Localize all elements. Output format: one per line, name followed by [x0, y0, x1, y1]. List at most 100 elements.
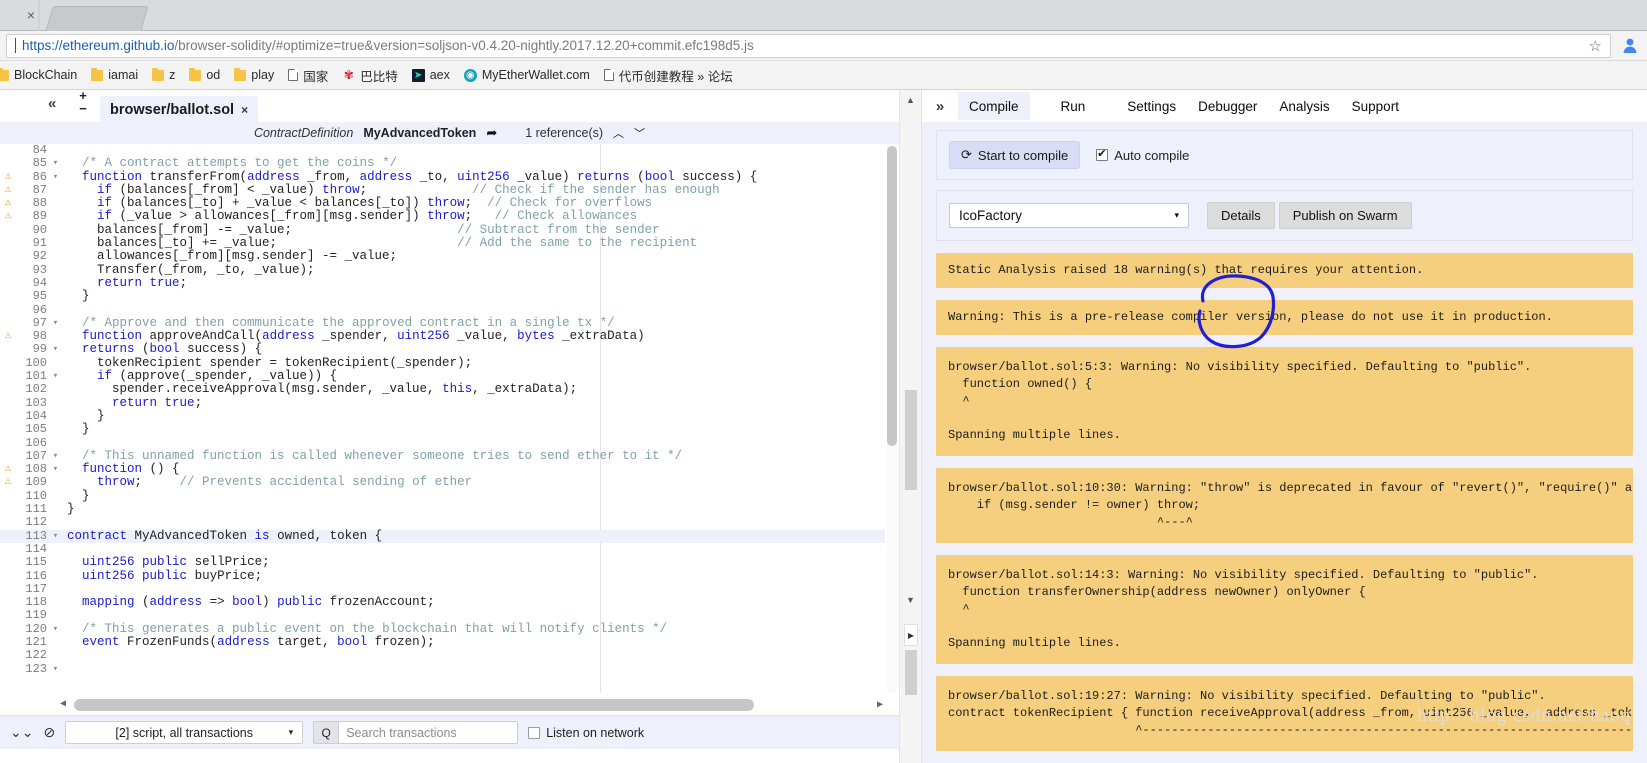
code-line[interactable]: 104 }	[0, 409, 885, 423]
code-line[interactable]: 92 allowances[_from][msg.sender] -= _val…	[0, 250, 885, 264]
contract-select[interactable]: IcoFactory ▾	[949, 203, 1189, 228]
fold-toggle-icon[interactable]: ▾	[50, 530, 61, 543]
code-line[interactable]: 117	[0, 582, 885, 596]
expand-panel-icon[interactable]: »	[922, 98, 958, 115]
clear-console-icon[interactable]: ⊘	[43, 724, 55, 741]
code-editor[interactable]: 84 85 ▾ /* A contract attempts to get the …	[0, 144, 899, 715]
code-line[interactable]: 97 ▾ /* Approve and then communicate the …	[0, 316, 885, 330]
fold-toggle-icon[interactable]: ▾	[50, 623, 61, 636]
compiler-warning[interactable]: browser/ballot.sol:5:3: Warning: No visi…	[936, 347, 1633, 456]
warning-icon[interactable]: ⚠	[0, 210, 16, 223]
publish-on-swarm-button[interactable]: Publish on Swarm	[1278, 202, 1412, 229]
decrease-font-icon[interactable]: −	[74, 102, 92, 115]
editor-hscroll-thumb[interactable]	[74, 699, 754, 711]
code-line[interactable]: 93 Transfer(_from, _to, _value);	[0, 263, 885, 277]
code-line[interactable]: 111}	[0, 502, 885, 516]
bookmark-item[interactable]: play	[227, 66, 281, 84]
file-tab-ballot-sol[interactable]: browser/ballot.sol ×	[100, 96, 259, 122]
search-input[interactable]	[338, 721, 519, 744]
bookmark-item[interactable]: ◉ MyEtherWallet.com	[457, 66, 597, 84]
prev-reference-icon[interactable]: ︿	[613, 125, 624, 141]
code-line[interactable]: 102 spender.receiveApproval(msg.sender, …	[0, 383, 885, 397]
code-line[interactable]: ⚠ 109 throw; // Prevents accidental sendi…	[0, 476, 885, 490]
code-line[interactable]: 115 uint256 public sellPrice;	[0, 555, 885, 569]
browser-new-tab[interactable]	[45, 6, 149, 31]
code-line[interactable]: 114	[0, 542, 885, 556]
tab-compile[interactable]: Compile	[958, 92, 1030, 120]
bookmark-item[interactable]: 代币创建教程 » 论坛	[597, 64, 740, 87]
tab-support[interactable]: Support	[1341, 92, 1410, 120]
search-icon[interactable]: Q	[313, 721, 339, 744]
font-size-controls[interactable]: + −	[74, 89, 92, 115]
fold-toggle-icon[interactable]: ▾	[50, 370, 61, 383]
next-reference-icon[interactable]: ﹀	[634, 125, 645, 141]
bookmark-item[interactable]: ✾ 巴比特	[335, 64, 405, 87]
code-line[interactable]: 110 }	[0, 489, 885, 503]
tab-debugger[interactable]: Debugger	[1187, 92, 1268, 120]
panel-scrollbar[interactable]: ▲ ▼ ▶	[900, 90, 922, 763]
details-button[interactable]: Details	[1207, 202, 1275, 229]
code-line[interactable]: 84	[0, 144, 885, 157]
listen-checkbox[interactable]	[528, 726, 541, 739]
close-icon[interactable]: ×	[241, 103, 248, 117]
code-line[interactable]: ⚠ 89 if (_value > allowances[_from][msg.s…	[0, 210, 885, 224]
auto-compile-checkbox[interactable]	[1096, 147, 1109, 161]
scroll-up-icon[interactable]: ▲	[906, 95, 915, 105]
address-bar[interactable]: https://ethereum.github.io/browser-solid…	[6, 33, 1611, 58]
warning-icon[interactable]: ⚠	[0, 330, 16, 343]
code-line[interactable]: 101 ▾ if (approve(_spender, _value)) {	[0, 369, 885, 383]
profile-avatar-icon[interactable]	[1619, 35, 1641, 57]
bookmark-item[interactable]: ➤ aex	[405, 66, 457, 84]
code-lines[interactable]: 84 85 ▾ /* A contract attempts to get the …	[0, 144, 885, 693]
code-line[interactable]: 90 balances[_from] -= _value; // Subtrac…	[0, 223, 885, 237]
fold-toggle-icon[interactable]: ▾	[50, 450, 61, 463]
fold-toggle-icon[interactable]: ▾	[50, 171, 61, 184]
code-line[interactable]: ⚠ 87 if (balances[_from] < _value) throw;…	[0, 183, 885, 197]
code-line[interactable]: ⚠ 98 function approveAndCall(address _spe…	[0, 329, 885, 343]
warning-icon[interactable]: ⚠	[0, 184, 16, 197]
fold-toggle-icon[interactable]: ▾	[50, 343, 61, 356]
code-line[interactable]: 116 uint256 public buyPrice;	[0, 569, 885, 583]
tab-run[interactable]: Run	[1050, 92, 1097, 120]
code-line[interactable]: 103 return true;	[0, 396, 885, 410]
collapse-panel-icon[interactable]: «	[48, 95, 56, 112]
jump-to-definition-icon[interactable]: ➦	[486, 125, 497, 141]
warning-icon[interactable]: ⚠	[0, 476, 16, 489]
code-line[interactable]: ⚠ 86 ▾ function transferFrom(address _from…	[0, 170, 885, 184]
code-line[interactable]: 106	[0, 436, 885, 450]
panel-scroll-thumb[interactable]	[905, 390, 917, 490]
listen-on-network-toggle[interactable]: Listen on network	[528, 726, 644, 740]
code-line[interactable]: 100 tokenRecipient spender = tokenRecipi…	[0, 356, 885, 370]
fold-toggle-icon[interactable]: ▾	[50, 317, 61, 330]
compiler-warning[interactable]: browser/ballot.sol:10:30: Warning: "thro…	[936, 468, 1633, 543]
bookmark-star-icon[interactable]: ☆	[1581, 37, 1602, 55]
warning-icon[interactable]: ⚠	[0, 463, 16, 476]
auto-compile-toggle[interactable]: Auto compile	[1096, 147, 1189, 163]
fold-toggle-icon[interactable]: ▾	[50, 463, 61, 476]
code-line[interactable]: 94 return true;	[0, 276, 885, 290]
code-line[interactable]: 96	[0, 303, 885, 317]
start-to-compile-button[interactable]: ⟳ Start to compile	[949, 141, 1081, 169]
code-line[interactable]: ⚠ 88 if (balances[_to] + _value < balance…	[0, 196, 885, 210]
compiler-warning[interactable]: browser/ballot.sol:19:27: Warning: No vi…	[936, 676, 1633, 751]
code-line[interactable]: ⚠ 108 ▾ function () {	[0, 462, 885, 476]
tab-close-icon[interactable]: ×	[22, 6, 40, 24]
bookmark-item[interactable]: 国家	[281, 64, 335, 87]
code-line[interactable]: 122	[0, 648, 885, 662]
code-line[interactable]: 123 ▾	[0, 662, 885, 676]
editor-vscroll-thumb[interactable]	[887, 146, 897, 446]
code-line[interactable]: 120 ▾ /* This generates a public event on…	[0, 622, 885, 636]
scroll-left-icon[interactable]: ◀	[60, 698, 66, 711]
tab-settings[interactable]: Settings	[1116, 92, 1187, 120]
code-line[interactable]: 112	[0, 516, 885, 530]
code-line[interactable]: 91 balances[_to] += _value; // Add the s…	[0, 236, 885, 250]
prerelease-warning[interactable]: Warning: This is a pre-release compiler …	[936, 300, 1633, 335]
fold-toggle-icon[interactable]: ▾	[50, 663, 61, 676]
code-line[interactable]: 121 event FrozenFunds(address target, bo…	[0, 635, 885, 649]
tab-analysis[interactable]: Analysis	[1268, 92, 1340, 120]
bookmark-item[interactable]: od	[182, 66, 227, 84]
code-line[interactable]: 85 ▾ /* A contract attempts to get the co…	[0, 156, 885, 170]
warning-icon[interactable]: ⚠	[0, 197, 16, 210]
compiler-warning[interactable]: browser/ballot.sol:14:3: Warning: No vis…	[936, 555, 1633, 664]
fold-toggle-icon[interactable]: ▾	[50, 157, 61, 170]
